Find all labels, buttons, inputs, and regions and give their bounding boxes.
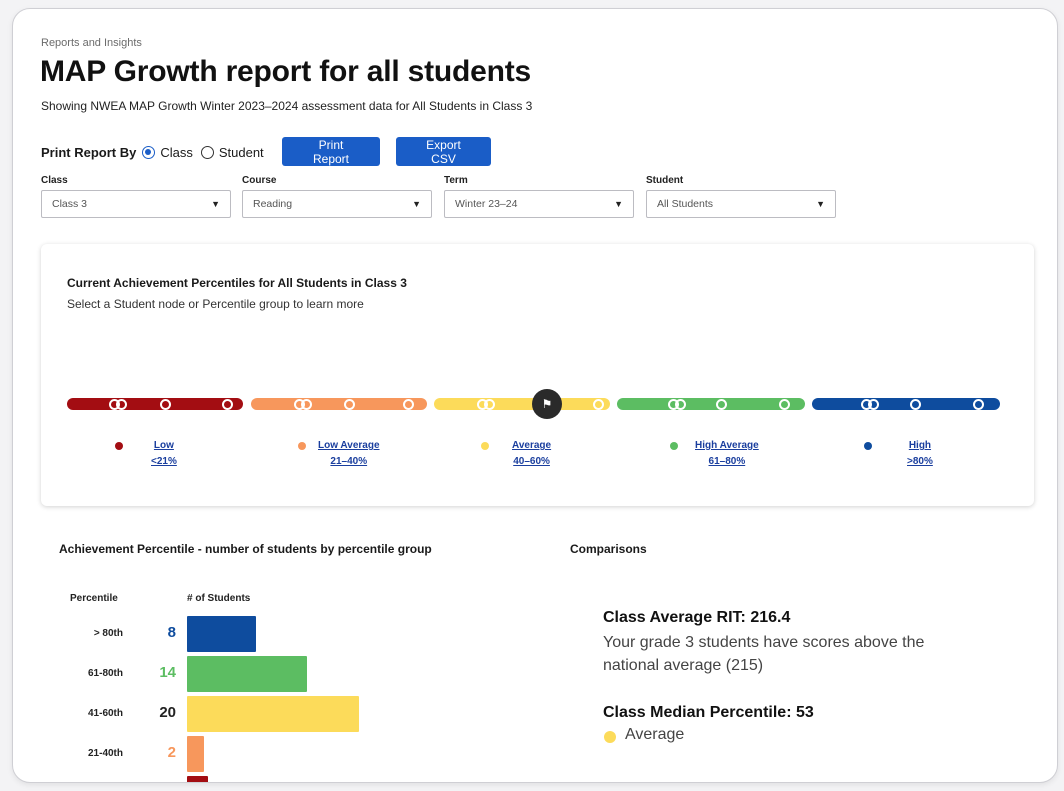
legend-low-range: <21% — [151, 456, 177, 467]
comparisons-title: Comparisons — [570, 542, 647, 556]
legend-low-average-range: 21–40% — [330, 456, 368, 467]
course-select[interactable]: Reading ▼ — [242, 190, 432, 218]
bar-category-label: > 80th — [93, 628, 123, 639]
bar-count-label: 2 — [167, 744, 176, 761]
bar-category-label: 41-60th — [87, 708, 123, 719]
legend-high-average-range: 61–80% — [708, 456, 746, 467]
class-select-value: Class 3 — [52, 198, 88, 210]
student-node[interactable] — [116, 399, 127, 410]
track-high-average[interactable] — [617, 398, 805, 410]
radio-student-label[interactable]: Student — [219, 145, 264, 160]
class-median-percentile: Class Median Percentile: 53 — [603, 704, 814, 721]
high-average-dot — [670, 442, 678, 450]
radio-student[interactable] — [200, 145, 214, 159]
term-select[interactable]: Winter 23–24 ▼ — [444, 190, 634, 218]
median-group-label: Average — [625, 726, 685, 743]
student-node[interactable] — [593, 399, 604, 410]
chevron-down-icon: ▼ — [816, 199, 825, 209]
bar[interactable] — [187, 736, 205, 772]
class-select[interactable]: Class 3 ▼ — [41, 190, 231, 218]
track-average[interactable] — [434, 398, 610, 410]
page-title: MAP Growth report for all students — [40, 55, 532, 88]
chevron-down-icon: ▼ — [614, 199, 623, 209]
student-filter-label: Student — [646, 175, 684, 186]
track-high[interactable] — [812, 398, 1000, 410]
legend-high-average-name: High Average — [695, 440, 759, 451]
print-report-button[interactable]: Print Report — [282, 137, 380, 166]
student-filter: Student All Students ▼ — [646, 175, 836, 218]
student-node[interactable] — [484, 399, 495, 410]
term-filter-label: Term — [444, 175, 468, 186]
legend-low-name: Low — [153, 440, 174, 451]
radio-class-label[interactable]: Class — [160, 145, 193, 160]
high-dot — [864, 442, 872, 450]
bar[interactable] — [187, 656, 308, 692]
student-select-value: All Students — [657, 198, 714, 210]
student-node[interactable] — [716, 399, 727, 410]
bar-category-label: 21-40th — [87, 748, 123, 759]
export-csv-button[interactable]: Export CSV — [396, 137, 491, 166]
student-icon: ⚑ — [541, 397, 553, 411]
chevron-down-icon: ▼ — [211, 199, 220, 209]
selected-student-node[interactable]: ⚑ — [532, 389, 562, 419]
student-node[interactable] — [779, 399, 790, 410]
students-column-header: # of Students — [187, 593, 251, 604]
bar[interactable] — [187, 616, 256, 652]
app-window: Reports and Insights MAP Growth report f… — [12, 8, 1058, 783]
term-select-value: Winter 23–24 — [455, 198, 518, 210]
bar-count-label: 14 — [159, 664, 176, 681]
radio-class[interactable] — [142, 145, 156, 159]
student-node[interactable] — [973, 399, 984, 410]
bar[interactable] — [187, 776, 208, 782]
student-node[interactable] — [675, 399, 686, 410]
chevron-down-icon: ▼ — [412, 199, 421, 209]
print-report-by-label: Print Report By — [41, 144, 137, 160]
student-node[interactable] — [910, 399, 921, 410]
class-filter-label: Class — [41, 175, 68, 186]
student-node[interactable] — [403, 399, 414, 410]
breadcrumb[interactable]: Reports and Insights — [41, 37, 142, 49]
legend-high-range: >80% — [907, 456, 933, 467]
track-low[interactable] — [67, 398, 243, 410]
print-report-by: Print Report By Class Student — [41, 137, 272, 167]
track-low-average[interactable] — [251, 398, 427, 410]
legend-low-average[interactable]: Low Average 21–40% — [318, 438, 380, 470]
legend-low-average-name: Low Average — [318, 440, 380, 451]
student-node[interactable] — [868, 399, 879, 410]
legend-average[interactable]: Average 40–60% — [512, 438, 551, 470]
term-filter: Term Winter 23–24 ▼ — [444, 175, 634, 218]
legend-low[interactable]: Low <21% — [151, 438, 177, 470]
legend-average-range: 40–60% — [513, 456, 550, 467]
low-dot — [115, 442, 123, 450]
panel-subtitle: Select a Student node or Percentile grou… — [67, 297, 364, 311]
average-dot — [481, 442, 489, 450]
legend-high-name: High — [908, 440, 932, 451]
student-select[interactable]: All Students ▼ — [646, 190, 836, 218]
low-average-dot — [298, 442, 306, 450]
course-filter: Course Reading ▼ — [242, 175, 432, 218]
student-node[interactable] — [301, 399, 312, 410]
class-average-text: Your grade 3 students have scores above … — [603, 634, 925, 674]
panel-title: Current Achievement Percentiles for All … — [67, 276, 407, 290]
student-node[interactable] — [222, 399, 233, 410]
achievement-percentiles-panel: Current Achievement Percentiles for All … — [41, 244, 1034, 506]
percentile-column-header: Percentile — [70, 593, 118, 604]
legend-high[interactable]: High >80% — [907, 438, 933, 470]
course-filter-label: Course — [242, 175, 277, 186]
bar-category-label: 61-80th — [87, 668, 123, 679]
course-select-value: Reading — [253, 198, 293, 210]
average-dot — [604, 731, 616, 743]
student-node[interactable] — [344, 399, 355, 410]
class-average-rit: Class Average RIT: 216.4 — [603, 609, 791, 626]
page-subtitle: Showing NWEA MAP Growth Winter 2023–2024… — [41, 99, 533, 113]
bar-count-label: 8 — [167, 624, 176, 641]
student-node[interactable] — [160, 399, 171, 410]
bar-count-label: 20 — [159, 704, 176, 721]
bar-section-title: Achievement Percentile - number of stude… — [59, 542, 432, 556]
class-filter: Class Class 3 ▼ — [41, 175, 231, 218]
bar[interactable] — [187, 696, 359, 732]
legend-average-name: Average — [512, 440, 552, 451]
legend-high-average[interactable]: High Average 61–80% — [695, 438, 759, 470]
